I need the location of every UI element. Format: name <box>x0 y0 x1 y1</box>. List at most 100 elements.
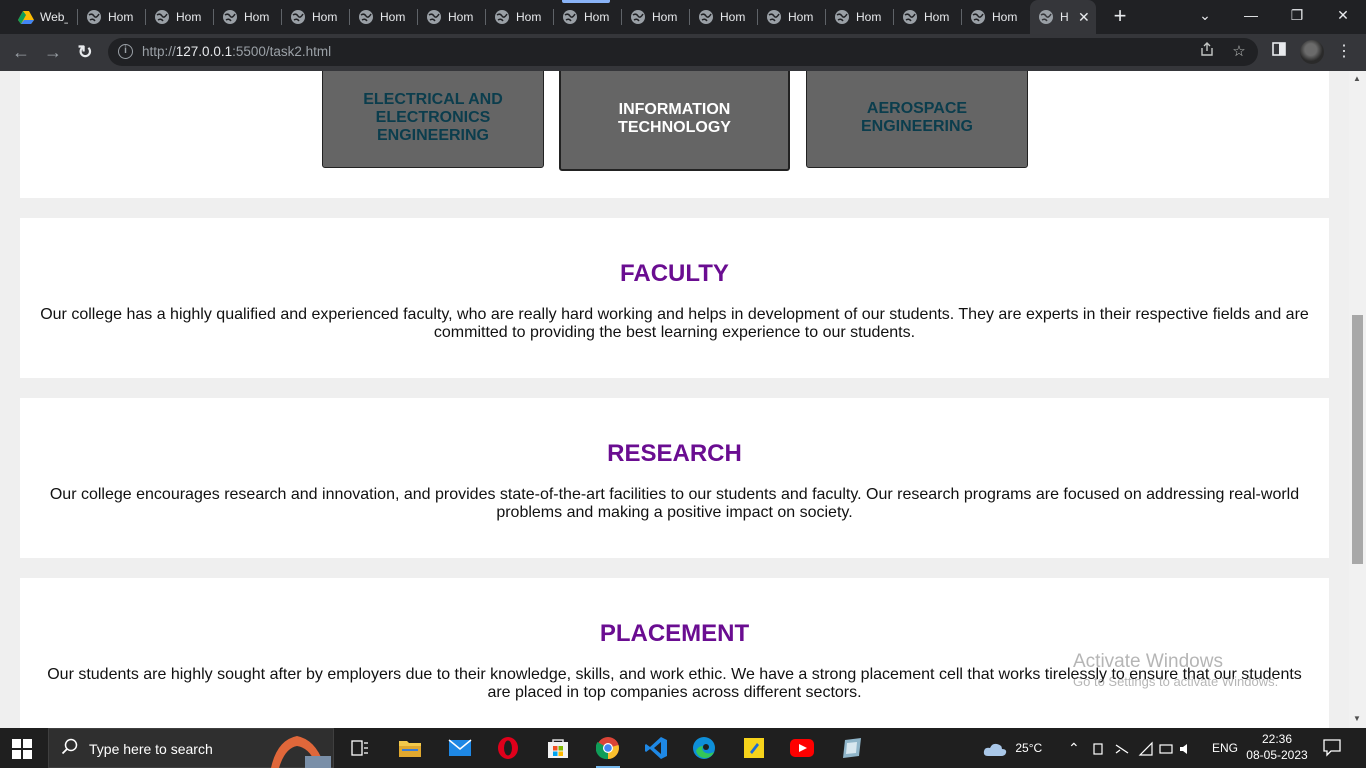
research-text: Our college encourages research and inno… <box>49 486 1300 521</box>
chrome-icon[interactable] <box>594 734 622 768</box>
globe-icon <box>1039 10 1053 24</box>
tab-active[interactable]: H ✕ <box>1030 0 1096 34</box>
menu-icon[interactable]: ⋮ <box>1336 39 1352 65</box>
edge-icon[interactable] <box>690 734 718 762</box>
department-card-aerospace[interactable]: AEROSPACE ENGINEERING <box>806 71 1028 168</box>
bookmark-star-icon[interactable]: ☆ <box>1228 41 1250 63</box>
notifications-icon[interactable] <box>1322 737 1342 757</box>
minimize-button[interactable]: — <box>1236 4 1266 26</box>
side-panel-icon[interactable] <box>1268 41 1290 63</box>
tab-11[interactable]: Hom <box>690 5 756 29</box>
back-button[interactable]: ← <box>8 39 34 65</box>
departments-section: ELECTRICAL AND ELECTRONICS ENGINEERING I… <box>20 71 1329 198</box>
task-view-icon[interactable] <box>346 734 374 762</box>
scroll-down-arrow-icon[interactable]: ▼ <box>1353 714 1361 723</box>
tab-strip: Web_ Hom Hom Hom Hom Hom Hom Hom Hom Hom Hom Hom Hom… <box>0 0 1366 34</box>
tab-15[interactable]: Hom <box>962 5 1028 29</box>
globe-icon <box>767 10 781 24</box>
forward-button[interactable]: → <box>40 39 66 65</box>
tab-title: Hom <box>924 10 950 24</box>
vscode-icon[interactable] <box>642 734 670 762</box>
profile-avatar[interactable] <box>1300 40 1324 64</box>
taskbar-search-box[interactable]: Type here to search <box>48 728 334 768</box>
wifi-icon <box>1138 741 1153 756</box>
tab-title: Hom <box>856 10 882 24</box>
google-drive-icon <box>18 11 34 24</box>
scrollbar-thumb[interactable] <box>1352 315 1363 564</box>
clock-date: 08-05-2023 <box>1246 748 1308 762</box>
url-path: :5500/task2.html <box>232 44 332 59</box>
reload-button[interactable]: ↻ <box>72 39 98 65</box>
opera-icon[interactable] <box>494 734 522 762</box>
tab-4[interactable]: Hom <box>214 5 280 29</box>
clock[interactable]: 22:36 08-05-2023 <box>1242 731 1312 763</box>
windows-start-icon[interactable] <box>12 739 32 759</box>
clock-time: 22:36 <box>1261 732 1293 746</box>
placement-heading: PLACEMENT <box>599 620 750 647</box>
tab-search-button[interactable]: ⌄ <box>1190 4 1220 26</box>
tab-12[interactable]: Hom <box>758 5 824 29</box>
tab-13[interactable]: Hom <box>826 5 892 29</box>
globe-icon <box>223 10 237 24</box>
windows-taskbar: Type here to search 25°C ⌃ ENG 22:36 08-… <box>0 728 1366 768</box>
system-tray-icons[interactable] <box>1092 728 1192 768</box>
close-tab-icon[interactable]: ✕ <box>1078 9 1090 26</box>
page-scrollbar[interactable]: ▲ ▼ <box>1349 71 1366 728</box>
globe-icon <box>971 10 985 24</box>
tab-title: Hom <box>176 10 202 24</box>
globe-icon <box>631 10 645 24</box>
youtube-icon[interactable] <box>788 734 816 762</box>
weather-widget[interactable]: 25°C <box>982 728 1042 768</box>
tab-1[interactable]: Web_ <box>10 5 76 29</box>
tab-title: Hom <box>108 10 134 24</box>
tab-title: Hom <box>652 10 678 24</box>
tab-9[interactable]: Hom <box>554 5 620 29</box>
faculty-heading: FACULTY <box>620 260 729 287</box>
globe-icon <box>427 10 441 24</box>
department-card-it[interactable]: INFORMATION TECHNOLOGY <box>559 71 790 171</box>
mail-icon[interactable] <box>446 734 474 762</box>
department-label: ELECTRICAL AND ELECTRONICS ENGINEERING <box>363 91 503 144</box>
microsoft-store-icon[interactable] <box>544 734 572 762</box>
url-text[interactable]: http://127.0.0.1:5500/task2.html <box>142 44 331 59</box>
address-bar[interactable]: i http://127.0.0.1:5500/task2.html ☆ <box>108 38 1258 66</box>
tab-title: Hom <box>380 10 406 24</box>
tab-6[interactable]: Hom <box>350 5 416 29</box>
tab-10[interactable]: Hom <box>622 5 688 29</box>
tab-title: Hom <box>584 10 610 24</box>
tab-7[interactable]: Hom <box>418 5 484 29</box>
faculty-section: FACULTY Our college has a highly qualifi… <box>20 218 1329 378</box>
restore-button[interactable]: ❐ <box>1282 4 1312 26</box>
meet-now-icon <box>1093 743 1103 755</box>
page-viewport: ELECTRICAL AND ELECTRONICS ENGINEERING I… <box>0 71 1349 728</box>
battery-icon <box>1159 744 1173 754</box>
tab-title: Hom <box>788 10 814 24</box>
globe-icon <box>835 10 849 24</box>
tab-title: Web_ <box>40 10 68 24</box>
scroll-up-arrow-icon[interactable]: ▲ <box>1353 74 1361 83</box>
tab-title: Hom <box>992 10 1018 24</box>
research-section: RESEARCH Our college encourages research… <box>20 398 1329 558</box>
tab-14[interactable]: Hom <box>894 5 960 29</box>
new-tab-button[interactable]: + <box>1108 5 1132 29</box>
share-icon[interactable] <box>1196 41 1218 64</box>
globe-icon <box>495 10 509 24</box>
watermark-subtitle: Go to Settings to activate Windows. <box>1073 674 1279 689</box>
department-card-eee[interactable]: ELECTRICAL AND ELECTRONICS ENGINEERING <box>322 71 544 168</box>
faculty-text: Our college has a highly qualified and e… <box>40 306 1309 341</box>
tab-2[interactable]: Hom <box>78 5 144 29</box>
sticky-notes-icon[interactable] <box>740 734 768 762</box>
windows-app-icon[interactable] <box>838 734 866 762</box>
tab-3[interactable]: Hom <box>146 5 212 29</box>
globe-icon <box>87 10 101 24</box>
globe-icon <box>291 10 305 24</box>
site-info-icon[interactable]: i <box>118 44 133 59</box>
show-hidden-icons[interactable]: ⌃ <box>1068 728 1080 768</box>
language-indicator[interactable]: ENG <box>1212 728 1238 768</box>
research-heading: RESEARCH <box>607 440 742 467</box>
url-host: 127.0.0.1 <box>175 44 233 59</box>
file-explorer-icon[interactable] <box>396 734 424 762</box>
window-close-button[interactable]: ✕ <box>1328 4 1358 26</box>
tab-5[interactable]: Hom <box>282 5 348 29</box>
tab-8[interactable]: Hom <box>486 5 552 29</box>
